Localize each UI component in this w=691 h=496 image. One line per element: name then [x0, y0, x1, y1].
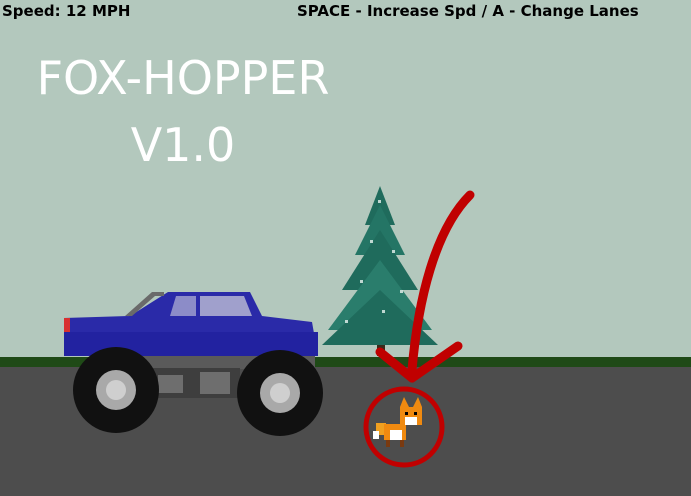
game-canvas[interactable]: Speed: 12 MPH SPACE - Increase Spd / A -…: [0, 0, 691, 496]
rear-wheel: [237, 350, 323, 436]
front-wheel: [73, 347, 159, 433]
fox-sprite[interactable]: [373, 397, 422, 447]
monster-truck-sprite: [64, 292, 323, 436]
scene-layer: [64, 186, 475, 468]
